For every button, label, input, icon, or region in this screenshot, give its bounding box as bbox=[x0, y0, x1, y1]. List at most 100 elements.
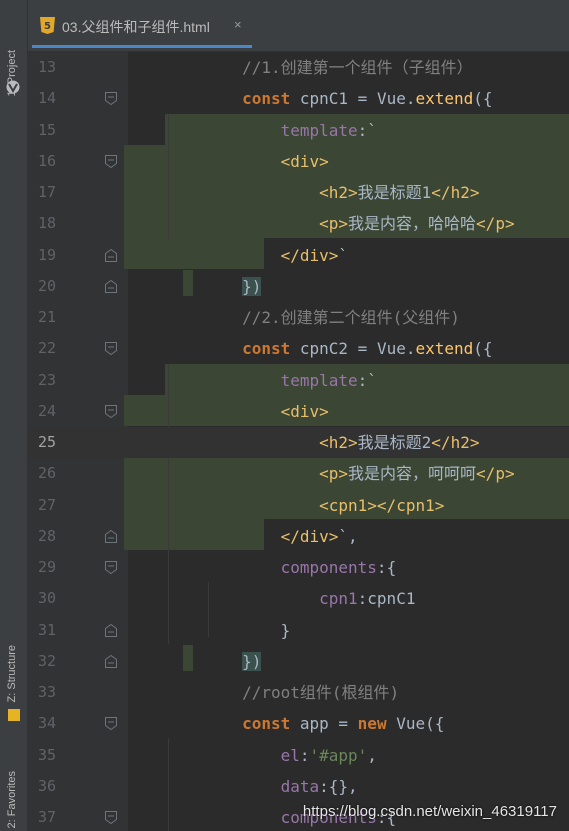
code-text: <h2>我是标题1</h2> bbox=[165, 177, 479, 208]
line-number[interactable]: 33 bbox=[28, 677, 56, 708]
line-number[interactable]: 22 bbox=[28, 333, 56, 364]
line-number[interactable]: 15 bbox=[28, 115, 56, 146]
close-tab-icon[interactable]: × bbox=[234, 17, 242, 32]
code-editor[interactable]: 13 //1.创建第一个组件（子组件） 14 const cpnC1 = Vue.… bbox=[28, 52, 569, 831]
line-number[interactable]: 29 bbox=[28, 552, 56, 583]
code-line[interactable]: 32 }) bbox=[28, 646, 569, 677]
code-line[interactable]: 18 <p>我是内容，哈哈哈</p> bbox=[28, 208, 569, 239]
structure-tool-tab[interactable]: Z: Structure bbox=[2, 620, 24, 702]
tab-title: 03.父组件和子组件.html bbox=[62, 19, 210, 35]
fold-start-icon[interactable] bbox=[104, 404, 118, 419]
code-line[interactable]: 31 } bbox=[28, 615, 569, 646]
line-number[interactable]: 35 bbox=[28, 740, 56, 771]
line-number[interactable]: 23 bbox=[28, 365, 56, 396]
line-number[interactable]: 20 bbox=[28, 271, 56, 302]
code-token: <h2> bbox=[319, 433, 358, 452]
fold-start-icon[interactable] bbox=[104, 810, 118, 825]
code-line[interactable]: 34 const app = new Vue({ bbox=[28, 708, 569, 739]
code-line[interactable]: 33 //root组件(根组件) bbox=[28, 677, 569, 708]
code-text: }) bbox=[165, 646, 262, 677]
line-number[interactable]: 21 bbox=[28, 302, 56, 333]
code-token: </h2> bbox=[431, 183, 480, 202]
code-text: //root组件(根组件) bbox=[165, 677, 399, 708]
code-token: </p> bbox=[476, 464, 515, 484]
editor-tab-active[interactable]: 5 03.父组件和子组件.html × bbox=[32, 6, 252, 48]
line-number[interactable]: 19 bbox=[28, 240, 56, 271]
code-line[interactable]: 21 //2.创建第二个组件(父组件) bbox=[28, 302, 569, 333]
code-text: }) bbox=[165, 271, 262, 302]
line-number[interactable]: 24 bbox=[28, 396, 56, 427]
fold-end-icon[interactable] bbox=[104, 248, 118, 263]
code-line[interactable]: 26 <p>我是内容，呵呵呵</p> bbox=[28, 458, 569, 489]
line-number[interactable]: 26 bbox=[28, 458, 56, 489]
code-line[interactable]: 28 </div>`, bbox=[28, 521, 569, 552]
code-token: <div> bbox=[280, 151, 329, 171]
code-line[interactable]: 27 <cpn1></cpn1> bbox=[28, 490, 569, 521]
code-line[interactable]: 17 <h2>我是标题1</h2> bbox=[28, 177, 569, 208]
code-token: //1.创建第一个组件（子组件） bbox=[242, 58, 473, 77]
code-line[interactable]: 24 <div> bbox=[28, 396, 569, 427]
code-token: :` bbox=[357, 120, 377, 140]
code-token: const bbox=[242, 89, 291, 109]
code-line[interactable]: 36 data:{}, bbox=[28, 771, 569, 802]
code-line[interactable]: 14 const cpnC1 = Vue.extend({ bbox=[28, 83, 569, 114]
code-token: 我是内容，呵呵呵 bbox=[348, 464, 477, 484]
code-line[interactable]: 15 template:` bbox=[28, 115, 569, 146]
code-token: ({ bbox=[473, 89, 493, 109]
code-text: const cpnC2 = Vue.extend({ bbox=[165, 333, 492, 364]
line-number[interactable]: 32 bbox=[28, 646, 56, 677]
line-number[interactable]: 31 bbox=[28, 615, 56, 646]
code-line[interactable]: 29 components:{ bbox=[28, 552, 569, 583]
line-number[interactable]: 25 bbox=[28, 427, 56, 458]
line-number[interactable]: 14 bbox=[28, 83, 56, 114]
code-token: 我是内容，哈哈哈 bbox=[348, 214, 477, 234]
code-line[interactable]: 35 el:'#app', bbox=[28, 740, 569, 771]
fold-end-icon[interactable] bbox=[104, 529, 118, 544]
fold-start-icon[interactable] bbox=[104, 91, 118, 106]
code-line[interactable]: 16 <div> bbox=[28, 146, 569, 177]
fold-end-icon[interactable] bbox=[104, 654, 118, 669]
code-line[interactable]: 22 const cpnC2 = Vue.extend({ bbox=[28, 333, 569, 364]
code-line[interactable]: 20 }) bbox=[28, 271, 569, 302]
code-text: components:{ bbox=[165, 552, 397, 583]
line-number[interactable]: 30 bbox=[28, 583, 56, 614]
code-token: '#app' bbox=[309, 745, 368, 765]
code-text: <cpn1></cpn1> bbox=[165, 490, 444, 521]
code-line[interactable]: 23 template:` bbox=[28, 365, 569, 396]
fold-start-icon[interactable] bbox=[104, 716, 118, 731]
line-number[interactable]: 27 bbox=[28, 490, 56, 521]
favorites-tool-tab[interactable]: 2: Favorites bbox=[2, 750, 24, 828]
line-number[interactable]: 37 bbox=[28, 802, 56, 831]
code-token: </cpn1> bbox=[376, 495, 445, 515]
line-number[interactable]: 17 bbox=[28, 177, 56, 208]
fold-start-icon[interactable] bbox=[104, 154, 118, 169]
code-token: components bbox=[280, 558, 377, 577]
line-number[interactable]: 28 bbox=[28, 521, 56, 552]
fold-start-icon[interactable] bbox=[104, 341, 118, 356]
fold-end-icon[interactable] bbox=[104, 279, 118, 294]
code-token: ` bbox=[338, 245, 349, 265]
code-token: : bbox=[319, 776, 329, 796]
code-text: template:` bbox=[165, 115, 377, 146]
fold-end-icon[interactable] bbox=[104, 623, 118, 638]
code-token: } bbox=[280, 620, 291, 640]
line-number[interactable]: 34 bbox=[28, 708, 56, 739]
line-number[interactable]: 36 bbox=[28, 771, 56, 802]
line-number[interactable]: 16 bbox=[28, 146, 56, 177]
code-line[interactable]: 30 cpn1:cpnC1 bbox=[28, 583, 569, 614]
code-text: const cpnC1 = Vue.extend({ bbox=[165, 83, 493, 114]
fold-start-icon[interactable] bbox=[104, 560, 118, 575]
code-token: , bbox=[367, 745, 377, 765]
code-line[interactable]: 25 <h2>我是标题2</h2> bbox=[28, 427, 569, 459]
line-number[interactable]: 13 bbox=[28, 52, 56, 83]
code-line[interactable]: 13 //1.创建第一个组件（子组件） bbox=[28, 52, 569, 83]
line-number[interactable]: 18 bbox=[28, 208, 56, 239]
code-line[interactable]: 19 </div>` bbox=[28, 240, 569, 271]
